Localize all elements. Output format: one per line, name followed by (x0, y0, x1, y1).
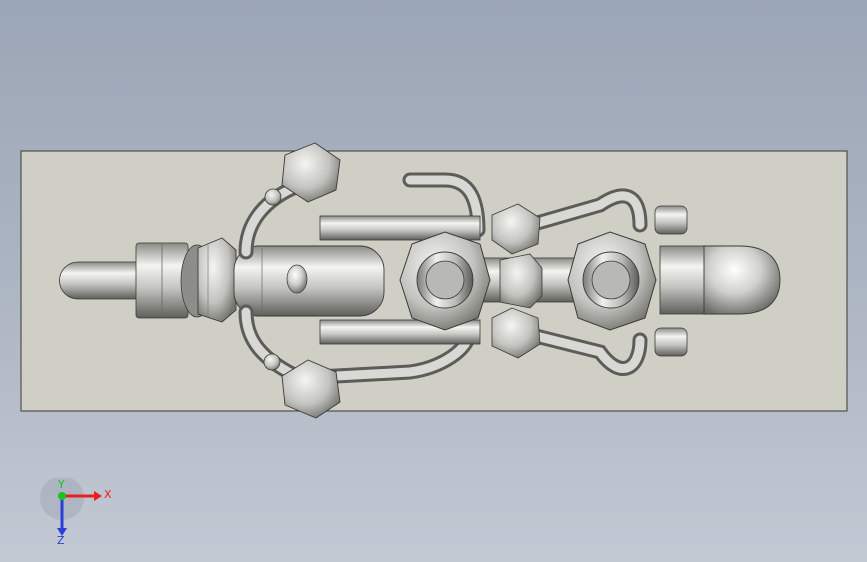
main-cylinder[interactable] (233, 245, 385, 317)
right-neck[interactable] (659, 245, 707, 315)
left-hex-nut[interactable] (197, 237, 237, 323)
right-upper-clamp[interactable] (654, 205, 688, 235)
right-ring-bore (591, 260, 631, 300)
right-lower-clamp[interactable] (654, 327, 688, 357)
y-axis-label: Y (57, 478, 65, 491)
orientation-triad[interactable]: X Y Z (40, 478, 130, 548)
graphics-viewport[interactable]: X Y Z (0, 0, 867, 562)
left-handle-loop[interactable] (59, 261, 139, 300)
y-axis-dot (58, 492, 66, 500)
body-port (286, 264, 308, 294)
x-axis-label: X (104, 488, 112, 501)
cad-model-view[interactable] (0, 0, 867, 562)
right-dome-cap[interactable] (703, 245, 781, 315)
left-ring-bore (425, 260, 465, 300)
center-hex[interactable] (499, 253, 543, 309)
lower-left-fitting[interactable] (263, 353, 281, 371)
z-axis-label: Z (57, 534, 65, 547)
upper-left-fitting[interactable] (264, 188, 282, 206)
